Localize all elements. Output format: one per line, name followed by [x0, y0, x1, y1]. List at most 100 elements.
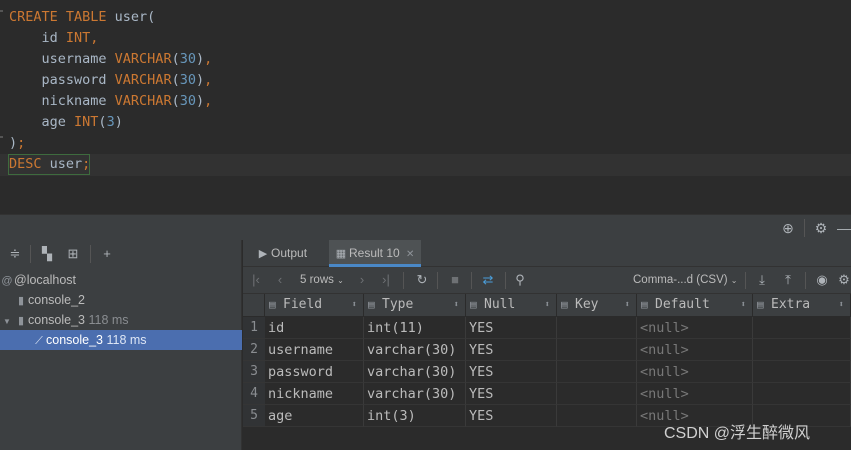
code-token: ) — [195, 93, 205, 109]
sort-icon[interactable]: ⬍ — [454, 294, 459, 316]
rows-selector[interactable]: 5 rows ⌄ — [300, 267, 344, 294]
eye-icon[interactable]: ◉ — [813, 271, 831, 289]
minus-icon[interactable]: — — [835, 219, 851, 237]
stop-icon[interactable]: ■ — [446, 271, 464, 289]
table-cell[interactable] — [557, 361, 637, 383]
column-header-key[interactable]: ▤ Key ⬍ — [557, 294, 637, 316]
group-icon[interactable]: ▚ — [38, 245, 56, 263]
prev-icon[interactable]: ‹ — [271, 271, 289, 289]
table-cell[interactable]: <null> — [637, 361, 753, 383]
column-icon: ▤ — [757, 298, 764, 311]
add-icon[interactable]: + — [98, 245, 116, 263]
table-cell[interactable] — [753, 383, 851, 405]
tree-item-console-3[interactable]: ▼ ▮ console_3 118 ms — [0, 310, 242, 330]
table-cell[interactable] — [557, 405, 637, 427]
table-cell[interactable]: varchar(30) — [364, 339, 466, 361]
code-token: VARCHAR — [114, 51, 172, 67]
table-cell[interactable]: YES — [466, 339, 557, 361]
close-icon[interactable]: ✕ — [406, 249, 414, 260]
table-cell[interactable]: int(3) — [364, 405, 466, 427]
table-cell[interactable] — [753, 361, 851, 383]
table-cell[interactable]: username — [265, 339, 364, 361]
code-token: 30 — [179, 93, 196, 109]
last-icon[interactable]: ›| — [377, 271, 395, 289]
table-cell[interactable]: int(11) — [364, 317, 466, 339]
pin-icon[interactable]: ⚲ — [511, 271, 529, 289]
code-line[interactable]: username VARCHAR(30), — [9, 49, 213, 70]
table-cell[interactable]: YES — [466, 317, 557, 339]
gear-icon[interactable]: ⚙ — [812, 219, 830, 237]
target-icon[interactable]: ⊕ — [779, 219, 797, 237]
table-cell[interactable]: varchar(30) — [364, 361, 466, 383]
gear-icon[interactable]: ⚙ — [835, 271, 851, 289]
code-token: ) — [114, 114, 123, 130]
tab-result[interactable]: ▦ Result 10 ✕ — [329, 240, 421, 267]
column-icon: ▤ — [561, 298, 568, 311]
column-icon: ▤ — [269, 298, 276, 311]
table-cell[interactable]: nickname — [265, 383, 364, 405]
next-icon[interactable]: › — [353, 271, 371, 289]
table-cell[interactable]: id — [265, 317, 364, 339]
tree-icon[interactable]: ⊞ — [64, 245, 82, 263]
table-cell[interactable]: <null> — [637, 383, 753, 405]
sort-icon[interactable]: ⬍ — [839, 294, 844, 316]
download-icon[interactable]: ⤓ — [753, 271, 771, 289]
table-cell[interactable]: <null> — [637, 339, 753, 361]
code-line[interactable]: id INT, — [9, 28, 99, 49]
row-number[interactable]: 5 — [243, 405, 265, 427]
table-cell[interactable]: varchar(30) — [364, 383, 466, 405]
divider — [403, 272, 404, 289]
table-cell[interactable] — [557, 383, 637, 405]
code-line[interactable]: password VARCHAR(30), — [9, 70, 213, 91]
tab-output[interactable]: ▶ Output — [255, 240, 327, 267]
table-cell[interactable]: YES — [466, 405, 557, 427]
rows-label: 5 rows — [300, 274, 334, 286]
console-icon: ▮ — [17, 315, 25, 327]
table-cell[interactable] — [753, 339, 851, 361]
transaction-icon[interactable]: ⇄ — [479, 271, 497, 289]
export-format-select[interactable]: Comma-...d (CSV) ⌄ — [633, 267, 737, 294]
code-token: ( — [171, 51, 180, 67]
code-line[interactable]: age INT(3) — [9, 112, 123, 133]
column-label: Extra — [771, 297, 811, 312]
row-number[interactable]: 1 — [243, 317, 265, 339]
tree-item-host[interactable]: @@localhost — [0, 270, 242, 290]
tree-item-session[interactable]: ⟋ console_3 118 ms — [0, 330, 242, 350]
chevron-icon[interactable]: ▼ — [0, 312, 14, 332]
table-cell[interactable]: YES — [466, 361, 557, 383]
upload-icon[interactable]: ⤒ — [779, 271, 797, 289]
sort-icon[interactable]: ⬍ — [352, 294, 357, 316]
column-header-default[interactable]: ▤ Default ⬍ — [637, 294, 753, 316]
table-cell[interactable]: age — [265, 405, 364, 427]
sort-icon[interactable]: ⬍ — [545, 294, 550, 316]
code-line[interactable]: nickname VARCHAR(30), — [9, 91, 213, 112]
code-token: 30 — [179, 51, 196, 67]
row-number[interactable]: 3 — [243, 361, 265, 383]
sql-editor[interactable]: CREATE TABLE user( id INT, username VARC… — [0, 0, 851, 190]
collapse-icon[interactable]: ≑ — [6, 245, 24, 263]
code-line[interactable]: CREATE TABLE user( — [9, 7, 155, 28]
row-number[interactable]: 4 — [243, 383, 265, 405]
code-line[interactable]: DESC user; — [9, 154, 90, 175]
sort-icon[interactable]: ⬍ — [741, 294, 746, 316]
column-header-type[interactable]: ▤ Type ⬍ — [364, 294, 466, 316]
column-header-field[interactable]: ▤ Field ⬍ — [265, 294, 364, 316]
divider — [471, 272, 472, 289]
table-cell[interactable] — [557, 317, 637, 339]
column-label: Field — [283, 297, 323, 312]
code-line[interactable]: ); — [9, 133, 25, 154]
table-cell[interactable]: password — [265, 361, 364, 383]
refresh-icon[interactable]: ↻ — [413, 271, 431, 289]
tree-item-console-2[interactable]: ▮ console_2 — [0, 290, 242, 310]
table-cell[interactable]: <null> — [637, 317, 753, 339]
sort-icon[interactable]: ⬍ — [625, 294, 630, 316]
table-cell[interactable] — [753, 317, 851, 339]
column-header-extra[interactable]: ▤ Extra ⬍ — [753, 294, 851, 316]
current-line-highlight — [0, 154, 851, 176]
column-label: Null — [484, 297, 516, 312]
table-cell[interactable] — [557, 339, 637, 361]
first-icon[interactable]: |‹ — [247, 271, 265, 289]
column-header-null[interactable]: ▤ Null ⬍ — [466, 294, 557, 316]
row-number[interactable]: 2 — [243, 339, 265, 361]
table-cell[interactable]: YES — [466, 383, 557, 405]
